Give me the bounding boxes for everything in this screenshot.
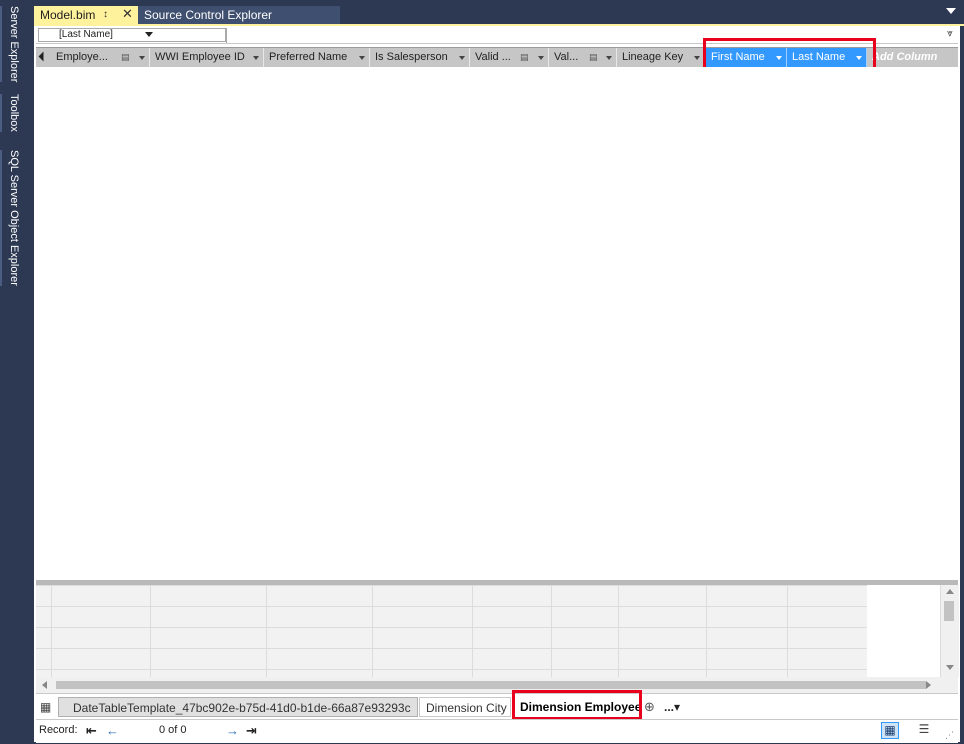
calendar-icon: ▤ [121,52,130,62]
tab-list-dropdown-icon[interactable] [946,8,956,14]
column-selector-value: [Last Name] [59,29,113,40]
record-status-bar: Record: ⇤ ← 0 of 0 → ⇥ ▦ ☰ ⋰ [36,719,958,743]
column-header[interactable]: Employe... ▤ [51,48,150,67]
chevron-down-icon [145,32,153,37]
column-selector-dropdown[interactable]: [Last Name] [38,28,226,42]
scroll-right-icon[interactable] [926,681,931,689]
column-header[interactable]: Is Salesperson [370,48,470,67]
column-header-label: Is Salesperson [375,51,448,63]
diagram-view-icon[interactable]: ☰ [916,722,932,738]
tab-datetabletemplate[interactable]: DateTableTemplate_47bc902e-b75d-41d0-b1d… [58,697,418,717]
vertical-scrollbar[interactable] [940,585,959,677]
more-tabs-button[interactable]: ...▾ [664,700,680,714]
document-tab-strip: Model.bim ↕ ✕ Source Control Explorer [34,0,964,24]
sql-server-object-explorer-label: SQL Server Object Explorer [8,150,20,286]
server-explorer-tab[interactable]: Server Explorer [0,6,20,83]
close-icon[interactable]: ✕ [122,5,133,23]
tab-source-control-explorer[interactable]: Source Control Explorer [138,6,340,24]
filter-dropdown-icon[interactable] [253,56,259,60]
column-header-label: Valid ... [475,51,511,63]
calendar-icon: ▤ [520,52,529,62]
record-label: Record: [39,724,78,736]
horizontal-scrollbar[interactable] [36,677,958,693]
calendar-icon: ▤ [589,52,598,62]
toolbox-tab[interactable]: Toolbox [0,94,20,132]
last-record-icon[interactable]: ⇥ [246,723,257,739]
column-header-label: Employe... [56,51,108,63]
scroll-up-icon[interactable] [946,589,954,594]
scroll-left-icon[interactable] [42,681,47,689]
resize-grip-icon[interactable]: ⋰ [945,730,954,741]
new-table-icon[interactable]: ⊕ [644,699,655,715]
sql-server-object-explorer-tab[interactable]: SQL Server Object Explorer [0,150,20,286]
tab-dimension-city[interactable]: Dimension City [419,697,511,717]
filter-dropdown-icon[interactable] [694,56,700,60]
select-all-corner[interactable] [36,48,50,67]
scroll-thumb[interactable] [944,601,954,621]
tab-model-bim-label: Model.bim [40,8,96,22]
table-icon: ▦ [40,700,52,714]
toolbox-label: Toolbox [8,94,20,132]
column-header[interactable]: Val... ▤ [549,48,617,67]
filter-dropdown-icon[interactable] [139,56,145,60]
tab-dimension-city-label: Dimension City [426,701,507,715]
tab-datetabletemplate-label: DateTableTemplate_47bc902e-b75d-41d0-b1d… [73,701,411,715]
add-column-button[interactable]: Add Column [872,48,937,67]
next-record-icon[interactable]: → [226,723,239,738]
column-header-label: Val... [554,51,579,63]
tab-model-bim[interactable]: Model.bim ↕ ✕ [34,6,138,24]
expand-formula-icon[interactable]: ⩔ [944,29,956,41]
column-header[interactable]: Preferred Name [264,48,370,67]
column-header-label: Lineage Key [622,51,684,63]
filter-dropdown-icon[interactable] [359,56,365,60]
table-tab-strip: ▦ DateTableTemplate_47bc902e-b75d-41d0-b… [36,693,958,720]
column-header[interactable]: WWI Employee ID [150,48,264,67]
pin-icon[interactable]: ↕ [103,6,108,24]
formula-separator [226,28,227,43]
measure-grid[interactable] [36,585,940,677]
record-count: 0 of 0 [159,724,187,736]
data-grid[interactable] [36,67,958,580]
scroll-down-icon[interactable] [946,665,954,670]
grid-view-icon[interactable]: ▦ [881,722,899,739]
highlight-box-tab [512,690,642,720]
column-header-label: WWI Employee ID [155,51,245,63]
first-record-icon[interactable]: ⇤ [86,723,97,739]
filter-dropdown-icon[interactable] [606,56,612,60]
scroll-thumb[interactable] [56,681,926,689]
tab-source-control-explorer-label: Source Control Explorer [144,8,273,22]
column-header[interactable]: Lineage Key [617,48,705,67]
more-tabs-label: ... [664,700,675,714]
column-header[interactable]: Valid ... ▤ [470,48,549,67]
column-header-label: Preferred Name [269,51,348,63]
previous-record-icon[interactable]: ← [106,723,119,738]
server-explorer-label: Server Explorer [8,6,20,83]
tool-window-rail: Server Explorer Toolbox SQL Server Objec… [0,0,34,744]
filter-dropdown-icon[interactable] [459,56,465,60]
filter-dropdown-icon[interactable] [538,56,544,60]
